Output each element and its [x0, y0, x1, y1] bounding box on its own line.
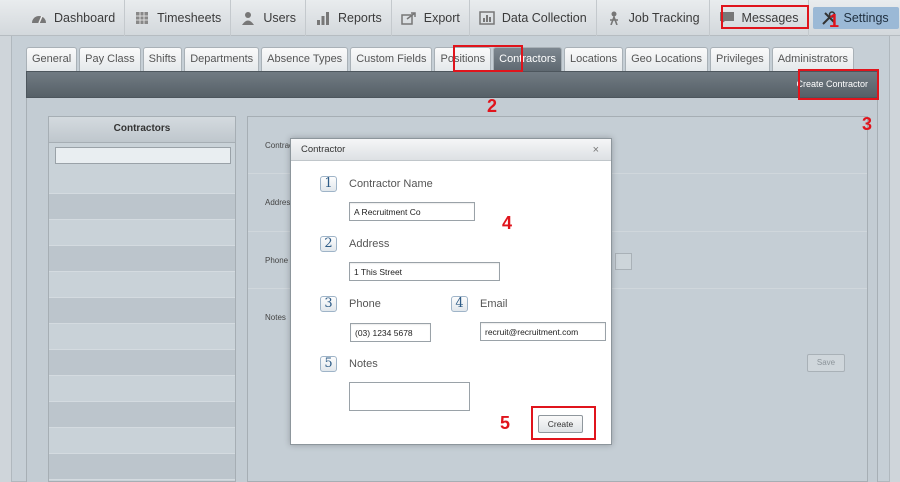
- list-item[interactable]: [49, 376, 235, 402]
- tab-pay-class[interactable]: Pay Class: [79, 47, 141, 71]
- step-number-badge: 3: [320, 296, 337, 312]
- toolbar: Create Contractor: [26, 71, 878, 98]
- nav-label: Export: [423, 10, 460, 25]
- annotation-number: 1: [829, 11, 840, 31]
- field-address: 2 Address: [320, 236, 389, 252]
- nav-label: Job Tracking: [628, 10, 700, 25]
- settings-subtabs: General Pay Class Shifts Departments Abs…: [26, 47, 856, 71]
- detail-notes-label: Notes: [265, 313, 286, 322]
- close-icon[interactable]: ×: [593, 139, 599, 161]
- contractor-name-input[interactable]: [349, 202, 475, 221]
- job-tracking-icon: [606, 11, 622, 25]
- tab-general[interactable]: General: [26, 47, 78, 71]
- users-icon: [240, 11, 256, 25]
- notes-label: Notes: [349, 358, 378, 370]
- tab-absence-types[interactable]: Absence Types: [261, 47, 349, 71]
- address-input[interactable]: [349, 262, 500, 281]
- contractor-dialog: Contractor × 1 Contractor Name 2 Address…: [290, 138, 612, 445]
- list-item[interactable]: [49, 428, 235, 454]
- contractors-list-title: Contractors: [49, 117, 235, 143]
- nav-label: Users: [263, 10, 296, 25]
- export-icon: [401, 11, 417, 25]
- tab-administrators[interactable]: Administrators: [771, 47, 854, 71]
- step-number-badge: 2: [320, 236, 337, 252]
- nav-label: Reports: [337, 10, 382, 25]
- annotation-number: 4: [502, 213, 513, 233]
- list-item[interactable]: [49, 220, 235, 246]
- detail-contractor-label: Contrac: [265, 141, 294, 150]
- highlight-box: [453, 45, 523, 72]
- field-phone: 3 Phone: [320, 296, 381, 312]
- contractors-search-input[interactable]: [55, 147, 231, 164]
- highlight-box: [798, 69, 879, 100]
- list-item[interactable]: [49, 324, 235, 350]
- list-item[interactable]: [49, 168, 235, 194]
- nav-label: Timesheets: [157, 10, 222, 25]
- nav-timesheets[interactable]: Timesheets: [125, 0, 232, 36]
- list-item[interactable]: [49, 350, 235, 376]
- data-collection-icon: [479, 10, 495, 25]
- list-item[interactable]: [49, 402, 235, 428]
- nav-label: Settings: [843, 10, 889, 25]
- list-item[interactable]: [49, 246, 235, 272]
- nav-label: Data Collection: [501, 10, 587, 25]
- dialog-header: Contractor ×: [291, 139, 611, 161]
- nav-data-collection[interactable]: Data Collection: [470, 0, 597, 36]
- step-number-badge: 5: [320, 356, 337, 372]
- nav-settings[interactable]: Settings: [812, 6, 899, 29]
- tab-custom-fields[interactable]: Custom Fields: [350, 47, 433, 71]
- nav-reports[interactable]: Reports: [306, 0, 392, 36]
- dialog-title: Contractor: [301, 144, 346, 155]
- annotation-number: 2: [487, 96, 498, 116]
- email-input[interactable]: [480, 322, 606, 341]
- field-contractor-name: 1 Contractor Name: [320, 176, 433, 192]
- list-item[interactable]: [49, 298, 235, 324]
- tab-departments[interactable]: Departments: [184, 47, 260, 71]
- nav-users[interactable]: Users: [231, 0, 306, 36]
- annotation-number: 3: [862, 114, 873, 134]
- detail-address-label: Addres: [265, 198, 291, 207]
- nav-label: Dashboard: [54, 10, 116, 25]
- timesheets-icon: [134, 11, 150, 25]
- notes-textarea[interactable]: [349, 382, 470, 411]
- tab-locations[interactable]: Locations: [563, 47, 624, 71]
- nav-dashboard[interactable]: Dashboard: [22, 0, 126, 36]
- detail-phone-label: Phone: [265, 256, 289, 265]
- reports-icon: [315, 11, 331, 25]
- list-item[interactable]: [49, 272, 235, 298]
- annotation-number: 5: [500, 413, 511, 433]
- save-button[interactable]: Save: [807, 354, 845, 372]
- detail-email-input[interactable]: [615, 253, 632, 270]
- list-item[interactable]: [49, 454, 235, 480]
- phone-input[interactable]: [350, 323, 431, 342]
- contractor-name-label: Contractor Name: [349, 178, 433, 190]
- step-number-badge: 4: [451, 296, 468, 312]
- step-number-badge: 1: [320, 176, 337, 192]
- nav-job-tracking[interactable]: Job Tracking: [597, 0, 710, 36]
- tab-privileges[interactable]: Privileges: [710, 47, 770, 71]
- tab-shifts[interactable]: Shifts: [142, 47, 183, 71]
- highlight-box: [531, 406, 596, 440]
- field-email: 4 Email: [451, 296, 508, 312]
- field-notes: 5 Notes: [320, 356, 378, 372]
- address-label: Address: [349, 238, 390, 250]
- email-label: Email: [480, 298, 508, 310]
- list-item[interactable]: [49, 194, 235, 220]
- dashboard-icon: [31, 11, 47, 25]
- nav-export[interactable]: Export: [392, 0, 470, 36]
- highlight-box: [721, 5, 809, 29]
- phone-label: Phone: [349, 298, 381, 310]
- contractors-list-panel: Contractors: [48, 116, 236, 482]
- tab-geo-locations[interactable]: Geo Locations: [625, 47, 709, 71]
